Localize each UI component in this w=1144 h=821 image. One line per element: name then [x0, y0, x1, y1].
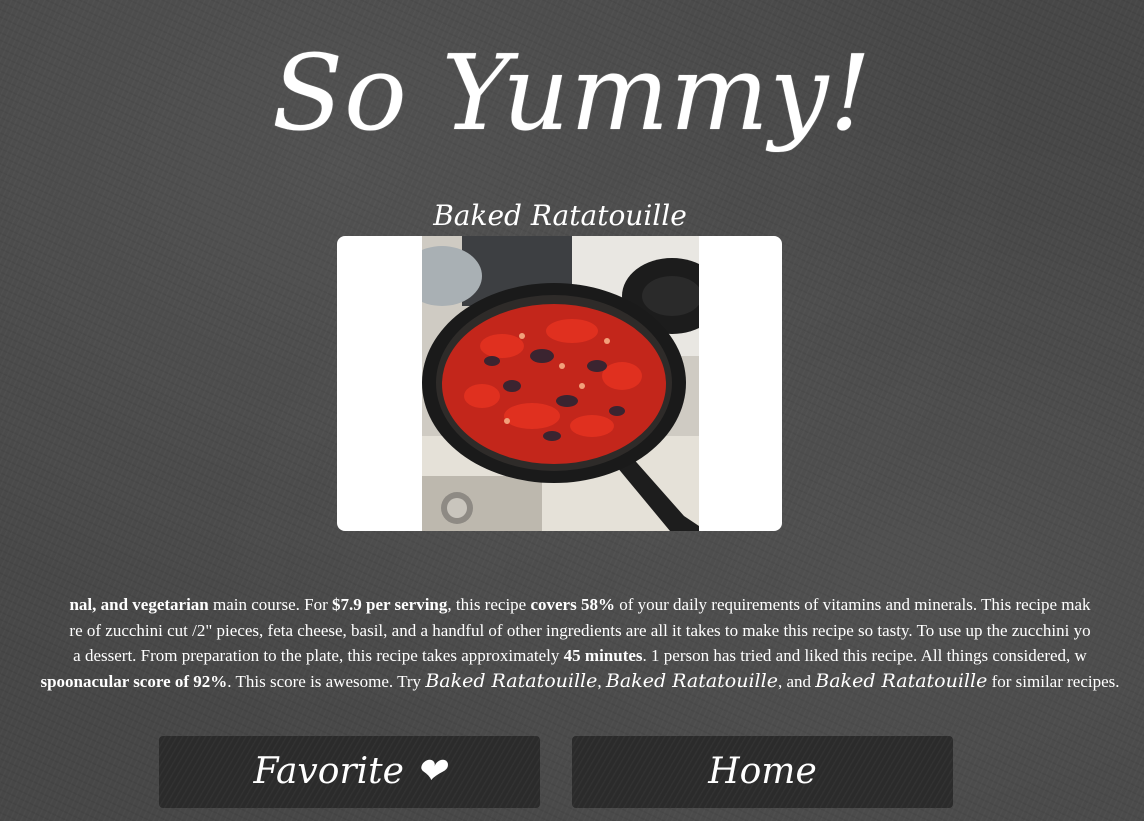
summary-text: . 1 person has tried and liked this reci… [642, 646, 1087, 666]
similar-recipe-link[interactable]: Baked Ratatouille [425, 670, 597, 692]
summary-highlight: covers 58% [530, 595, 615, 614]
summary-highlight: 45 minutes [563, 646, 643, 666]
summary-text: , this recipe [447, 595, 531, 614]
summary-text: of your daily requirements of vitamins a… [614, 595, 1091, 614]
similar-recipe-link[interactable]: Baked Ratatouille [815, 670, 987, 692]
site-title: So Yummy! [271, 32, 873, 154]
recipe-image [422, 236, 699, 531]
summary-text: main course. For [208, 595, 332, 614]
similar-recipe-link[interactable]: Baked Ratatouille [606, 670, 778, 692]
recipe-image-frame [337, 236, 782, 531]
recipe-title: Baked Ratatouille [433, 199, 687, 232]
summary-text: for similar recipes. [987, 672, 1120, 692]
recipe-summary: nal, and vegetarian main course. For $7.… [0, 592, 1144, 695]
favorite-button[interactable]: Favorite ❤ [159, 736, 540, 808]
summary-text: re of zucchini cut /2" pieces, feta chee… [69, 620, 1091, 640]
summary-highlight: nal, and vegetarian [69, 595, 209, 614]
summary-text: a dessert. From preparation to the plate… [73, 646, 564, 666]
summary-text: , [597, 672, 606, 692]
summary-line: a dessert. From preparation to the plate… [0, 643, 1144, 669]
summary-highlight: spoonacular score of 92% [40, 672, 228, 692]
summary-line: re of zucchini cut /2" pieces, feta chee… [0, 618, 1144, 644]
summary-text: , and [777, 672, 816, 692]
summary-line: nal, and vegetarian main course. For $7.… [0, 592, 1144, 618]
summary-highlight: $7.9 per serving [332, 595, 448, 614]
summary-text: . This score is awesome. Try [227, 672, 426, 692]
summary-line: spoonacular score of 92%. This score is … [0, 669, 1144, 695]
home-button[interactable]: Home [572, 736, 953, 808]
